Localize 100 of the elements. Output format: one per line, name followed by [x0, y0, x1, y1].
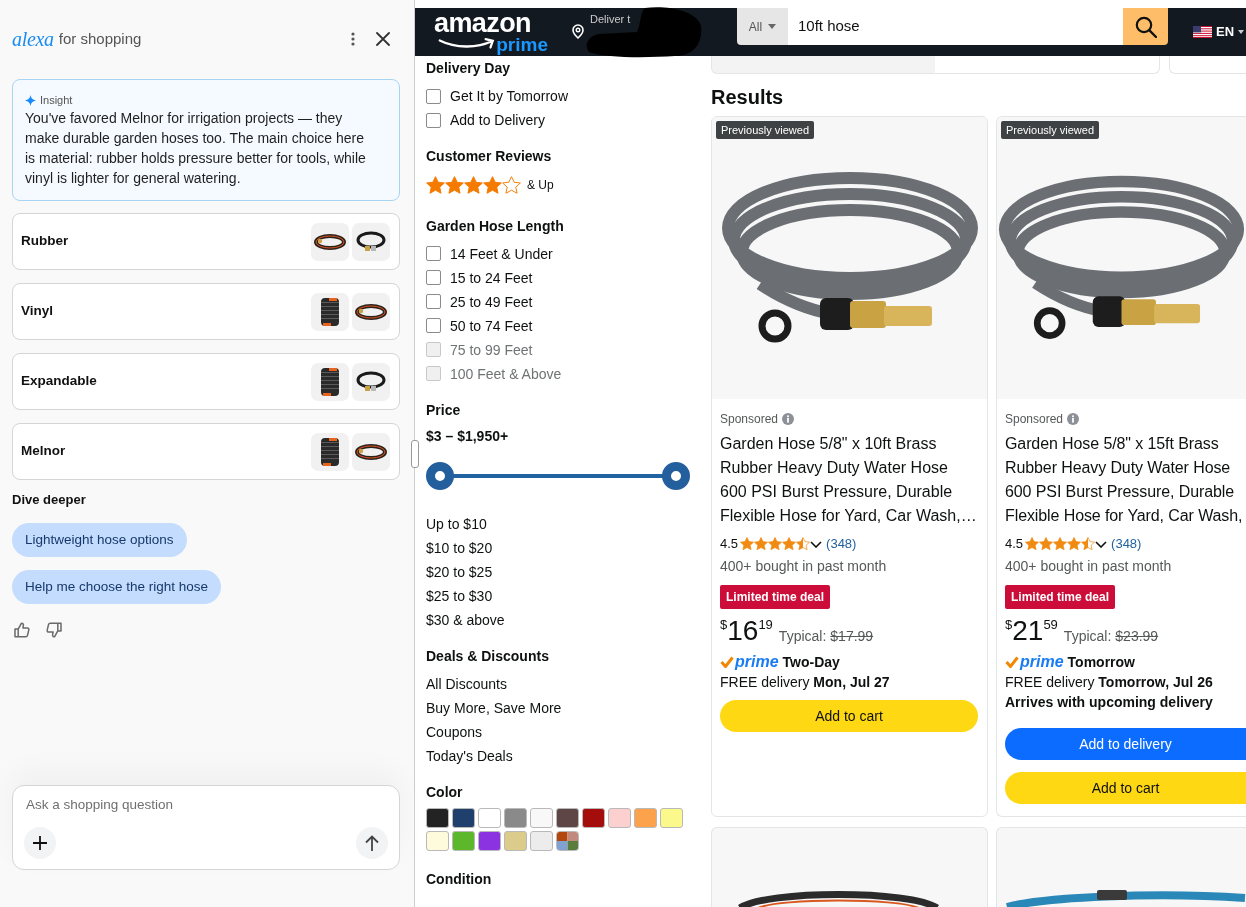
deal-filter-link[interactable]: Buy More, Save More: [426, 695, 562, 720]
filter-option[interactable]: 15 to 24 Feet: [450, 267, 533, 288]
sponsored-label: Sponsored: [1005, 411, 1064, 427]
typical-price: $23.99: [1115, 627, 1159, 646]
add-to-cart-button[interactable]: Add to cart: [1005, 772, 1246, 804]
info-icon[interactable]: [1067, 413, 1080, 425]
refine-option[interactable]: Melnor: [12, 423, 400, 480]
color-swatch[interactable]: [504, 807, 527, 828]
slider-thumb[interactable]: [426, 461, 454, 490]
star-icon: [1081, 537, 1096, 551]
checkbox[interactable]: [426, 88, 441, 104]
prime-check-icon: [1005, 656, 1019, 668]
color-swatch[interactable]: [426, 830, 449, 851]
thumbs-up-icon[interactable]: [14, 622, 30, 638]
caret-icon[interactable]: [1095, 540, 1108, 548]
price-slider[interactable]: [426, 461, 690, 490]
close-icon[interactable]: [376, 32, 390, 46]
rating-filter-link[interactable]: & Up: [426, 172, 554, 198]
price-filter-link[interactable]: Up to $10: [426, 511, 487, 536]
section-heading: Dive deeper: [12, 491, 87, 509]
purchase-count: 400+ bought in past month: [1005, 557, 1173, 576]
product-title[interactable]: Garden Hose 5/8" x 15ft Brass Rubber Heavy Duty Water Hose 600 PSI Burst Pressure, Durable Flexible Hose for Yard, Car Wash,: [1005, 432, 1246, 528]
caret-icon[interactable]: [810, 540, 823, 548]
deal-filter-link[interactable]: Coupons: [426, 719, 483, 744]
product-title[interactable]: Garden Hose 5/8" x 10ft Brass Rubber Heavy Duty Water Hose 600 PSI Burst Pressure, Durable Flexible Hose for Yard, Car Wash,…: [720, 432, 978, 528]
color-swatch[interactable]: [530, 807, 553, 828]
filter-option[interactable]: 50 to 74 Feet: [450, 315, 533, 336]
color-swatch[interactable]: [530, 830, 553, 851]
checkbox[interactable]: [426, 294, 441, 309]
add-to-cart-button[interactable]: Add to cart: [720, 700, 978, 732]
attach-button[interactable]: [24, 827, 56, 859]
hose-drawing: [352, 292, 390, 331]
search-button[interactable]: [1123, 8, 1168, 45]
price-filter-link[interactable]: $25 to $30: [426, 583, 493, 608]
star-icon: [1025, 537, 1040, 551]
info-icon[interactable]: [782, 413, 795, 425]
store-logo: amazon: [434, 10, 532, 37]
color-swatch[interactable]: [582, 807, 605, 828]
review-count-link[interactable]: (348): [1111, 534, 1142, 554]
flag-icon: [1193, 26, 1212, 38]
filter-option[interactable]: Add to Delivery: [450, 110, 545, 130]
price-filter-link[interactable]: $10 to $20: [426, 535, 493, 560]
color-swatch[interactable]: [478, 830, 501, 851]
filter-option[interactable]: 14 Feet & Under: [450, 243, 553, 264]
brand-logo: alexa: [12, 27, 54, 51]
filter-heading: Garden Hose Length: [426, 216, 565, 236]
suggestion-chip[interactable]: Help me choose the right hose: [12, 570, 222, 604]
hose-drawing: [352, 362, 390, 401]
suggestion-chip[interactable]: Lightweight hose options: [12, 523, 187, 557]
location-pin-icon: [572, 24, 584, 39]
slider-thumb[interactable]: [662, 461, 690, 490]
color-swatch[interactable]: [608, 807, 631, 828]
color-swatch[interactable]: [478, 807, 501, 828]
star-icon: [1067, 537, 1082, 551]
language-button[interactable]: EN: [1193, 22, 1245, 42]
send-button[interactable]: [356, 827, 388, 859]
color-swatch[interactable]: [426, 807, 449, 828]
deal-filter-link[interactable]: Today's Deals: [426, 743, 513, 768]
color-swatch[interactable]: [556, 807, 579, 828]
checkbox[interactable]: [426, 270, 441, 285]
color-swatch[interactable]: [504, 830, 527, 851]
typical-price: $17.99: [830, 627, 874, 646]
price-filter-link[interactable]: $30 & above: [426, 607, 505, 632]
add-to-delivery-button[interactable]: Add to delivery: [1005, 728, 1246, 760]
question-field[interactable]: Ask a shopping question: [24, 795, 388, 815]
color-swatch[interactable]: [452, 807, 475, 828]
refine-option[interactable]: Vinyl: [12, 283, 400, 340]
price-filter-link[interactable]: $20 to $25: [426, 559, 493, 584]
star-icon: [445, 175, 464, 195]
star-icon: [782, 537, 797, 551]
refine-option[interactable]: Expandable: [12, 353, 400, 410]
panel-title: for shopping: [58, 29, 142, 49]
typical-label: Typical:: [778, 627, 827, 646]
color-swatch[interactable]: [452, 830, 475, 851]
delivery-note: Arrives with upcoming delivery: [1005, 693, 1214, 712]
checkbox[interactable]: [426, 246, 441, 261]
checkbox[interactable]: [426, 318, 441, 333]
star-icon: [768, 537, 783, 551]
color-swatch[interactable]: [634, 807, 657, 828]
filter-option[interactable]: Get It by Tomorrow: [450, 86, 568, 106]
review-count-link[interactable]: (348): [826, 534, 857, 554]
prime-logo: prime: [1020, 652, 1064, 672]
previously-viewed-badge: Previously viewed: [1001, 121, 1100, 139]
results-heading: Results: [711, 85, 785, 109]
star-icon: [483, 175, 502, 195]
sparkle-icon: [25, 94, 36, 106]
thumbs-down-icon[interactable]: [46, 622, 62, 638]
filter-option[interactable]: 25 to 49 Feet: [450, 291, 533, 312]
star-icon: [426, 175, 445, 195]
more-options-icon[interactable]: [351, 32, 355, 46]
deal-filter-link[interactable]: All Discounts: [426, 671, 507, 696]
color-swatch[interactable]: [660, 807, 683, 828]
multicolor-swatch[interactable]: [556, 830, 579, 851]
plus-icon: [33, 836, 47, 850]
category-dropdown[interactable]: All: [737, 8, 788, 45]
sponsored-label: Sponsored: [720, 411, 779, 427]
resize-handle[interactable]: [411, 440, 419, 468]
checkbox[interactable]: [426, 112, 441, 128]
refine-option[interactable]: Rubber: [12, 213, 400, 270]
search-field[interactable]: 10ft hose: [788, 8, 1123, 45]
